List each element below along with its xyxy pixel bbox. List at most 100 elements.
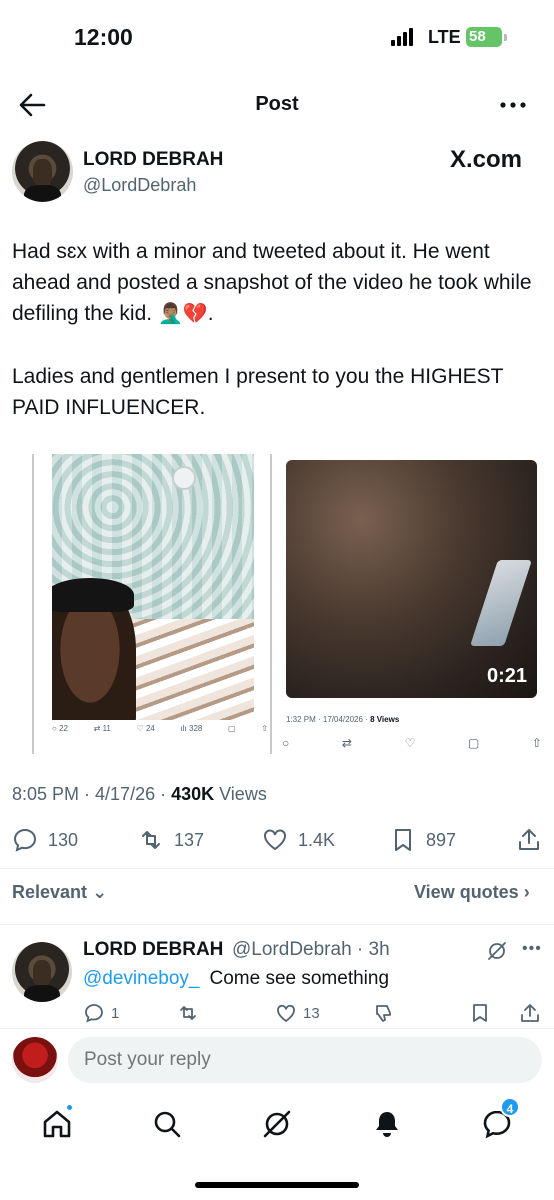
mini-share: ⇧ [261,724,268,733]
bookmark-button[interactable]: 897 [390,823,456,857]
network-label: LTE [428,27,461,47]
reply-icon [13,828,37,852]
bookmark-count: 897 [426,829,457,850]
reply-composer [0,1030,554,1090]
battery-icon: 58 [466,27,502,47]
mini-reply-icon: ○ [282,736,290,750]
reply-button[interactable]: 130 [12,823,78,857]
sort-label: Relevant [12,882,88,902]
nav-home[interactable] [40,1103,74,1141]
mini-views: ılı 328 [180,724,203,733]
divider [0,924,554,925]
reply-input[interactable] [68,1037,542,1083]
author-handle[interactable]: @LordDebrah [83,175,196,196]
bookmark-icon [473,1004,487,1022]
like-count: 1.4K [298,829,336,850]
post-actions: 130 137 1.4K 897 [12,823,542,857]
reply-like-button[interactable]: 13 [275,1002,320,1024]
reply-author-name[interactable]: LORD DEBRAH [83,939,223,961]
reply-avatar[interactable] [12,942,72,1002]
embedded-post-actions: ○ 22 ⇄ 11 ♡ 24 ılı 328 ▢ ⇧ [52,724,268,733]
post-text-end: . [207,302,214,325]
hair [52,578,134,612]
post-text: Had sɛx with a minor and tweeted about i… [12,236,542,423]
messages-badge: 4 [500,1097,520,1117]
reply-reply-count: 1 [111,1004,120,1022]
more-options-icon[interactable] [498,92,528,118]
post-media[interactable]: ○ 22 ⇄ 11 ♡ 24 ılı 328 ▢ ⇧ 0:21 1:32 PM … [12,448,542,768]
nav-notifications[interactable] [370,1107,404,1141]
repost-button[interactable]: 137 [138,823,204,857]
mini-like-icon: ♡ [404,736,416,750]
reply-repost-button[interactable] [177,1002,199,1024]
bell-icon [376,1112,398,1137]
media-image-screenshot[interactable] [52,454,254,720]
reply-icon [85,1004,103,1023]
mini-repost-count: 11 [102,724,111,733]
post-timestamp: 8:05 PM · 4/17/26 · 430K Views [12,784,267,805]
reply-count: 130 [48,829,79,850]
heart-icon [264,829,286,851]
mini-reply: ○ 22 [52,724,68,733]
thumbs-down-icon [376,1005,391,1022]
media-divider-left [32,454,34,754]
view-quotes-label: View quotes [414,882,519,902]
search-icon [154,1111,181,1138]
post-text-line1: Had sɛx with a minor and tweeted about i… [12,240,532,325]
mini-repost-icon: ⇄ [341,736,352,750]
page-title: Post [255,93,299,115]
bottom-nav: 4 [0,1095,554,1155]
avatar-face [33,159,52,187]
reply-actions: 1 13 [83,1002,543,1026]
mini-share-icon: ⇧ [531,736,542,750]
author-avatar[interactable] [12,141,73,202]
chevron-right-icon: › [523,882,530,902]
media-video[interactable]: 0:21 [286,460,537,698]
grok-icon [263,1110,291,1138]
author-name[interactable]: LORD DEBRAH [83,149,223,171]
nav-messages[interactable]: 4 [480,1097,520,1141]
reply-more-icon[interactable]: ••• [522,940,542,958]
share-button[interactable] [516,823,542,857]
mini-repost: ⇄ 11 [93,724,111,733]
home-notification-dot [65,1103,74,1112]
reply-bookmark-button[interactable] [469,1002,491,1024]
media-divider-right [270,454,272,754]
nav-search[interactable] [150,1107,184,1141]
avatar-shirt [24,184,61,202]
heart-icon [277,1004,295,1023]
curtain [122,619,254,720]
top-bar: Post [0,80,554,130]
embedded-post-views: 8 Views [370,715,400,724]
mini-like: ♡ 24 [136,724,155,733]
reply-handle-time[interactable]: @LordDebrah · 3h [232,939,390,961]
repost-count: 137 [174,829,205,850]
ceiling-fan [172,466,196,490]
nav-grok[interactable] [260,1107,294,1141]
share-icon [519,829,539,850]
status-bar: 12:00 LTE 58 [0,0,554,70]
reply-dislike-button[interactable] [373,1002,395,1024]
battery-nub [504,34,507,41]
embedded-post-time: 1:32 PM · 17/04/2026 · [286,715,371,724]
reply-body: Come see something [209,968,390,989]
user-avatar[interactable] [12,1037,58,1083]
post-time: 8:05 PM · 4/17/26 · [12,784,172,804]
battery-level: 58 [469,28,486,45]
reply-item[interactable]: LORD DEBRAH @LordDebrah · 3h ••• @devine… [0,926,554,1026]
share-icon [521,1004,539,1022]
reply-share-button[interactable] [519,1002,541,1024]
reply-avatar-face [33,960,51,987]
reply-reply-button[interactable]: 1 [83,1002,119,1024]
mini-like-count: 24 [145,724,155,733]
repost-icon [180,1006,196,1020]
view-quotes-link[interactable]: View quotes › [414,882,530,903]
like-button[interactable]: 1.4K [262,823,335,857]
reply-mention[interactable]: @devineboy_ [83,968,199,989]
sort-dropdown[interactable]: Relevant ⌄ [12,882,107,903]
bookmark-icon [395,829,411,851]
reply-like-count: 13 [303,1004,320,1022]
grok-icon[interactable] [486,940,508,962]
repost-icon [142,831,160,849]
divider [0,1028,554,1029]
